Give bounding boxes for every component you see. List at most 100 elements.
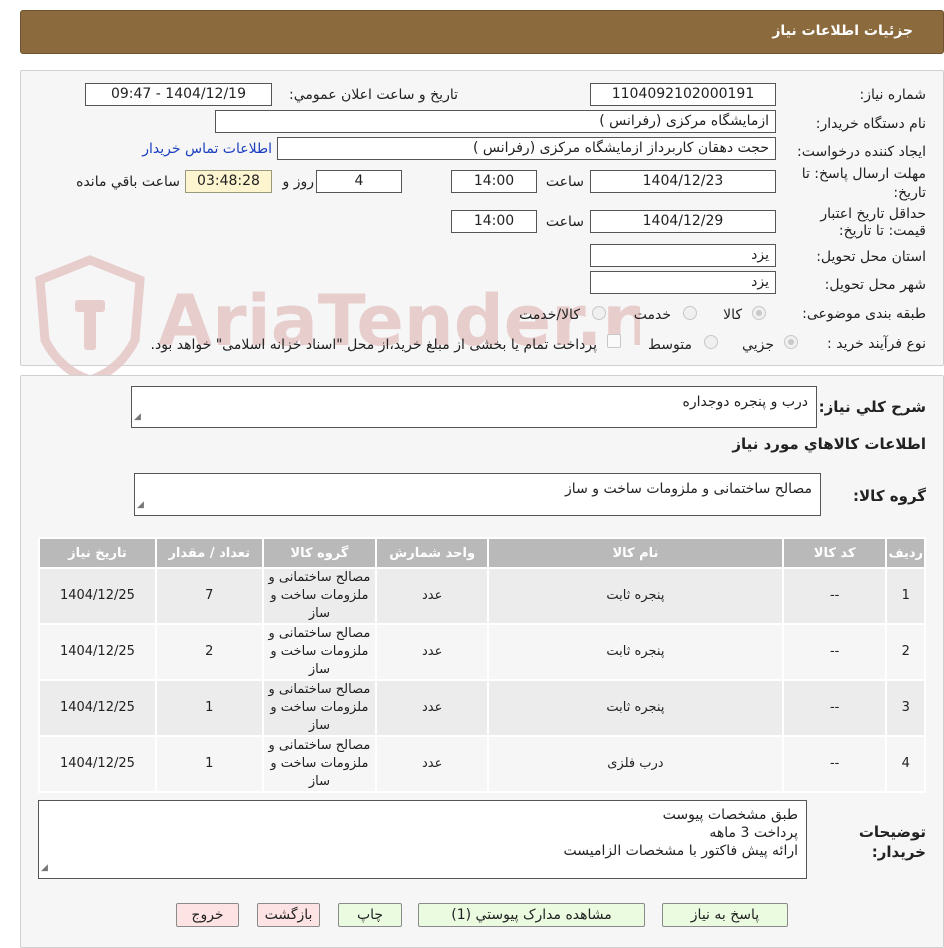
- view-attachments-button[interactable]: مشاهده مدارک پيوستي (1): [418, 903, 645, 927]
- city-label: شهر محل تحويل:: [824, 277, 926, 293]
- buyer-notes-line: طبق مشخصات پیوست: [662, 807, 798, 823]
- buyer-org-field: ازمایشگاه مرکزی (رفرانس ): [215, 110, 776, 133]
- print-button[interactable]: چاپ: [338, 903, 402, 927]
- col-header-index: رديف: [885, 537, 926, 569]
- buyer-notes-label-line1: توضيحات: [858, 823, 926, 841]
- cell-name: درب فلزی: [487, 735, 784, 793]
- need-number-label: شماره نیاز:: [859, 87, 927, 103]
- treasury-payment-note: پرداخت تمام یا بخشی از مبلغ خرید،از محل …: [150, 337, 597, 353]
- buyer-notes-label-line2: خريدار:: [871, 843, 926, 861]
- table-row: 3 -- پنجره ثابت عدد مصالح ساختمانی و ملز…: [38, 679, 926, 737]
- cell-date: 1404/12/25: [38, 679, 157, 737]
- resize-grip-icon[interactable]: ◢: [137, 496, 144, 514]
- goods-table: رديف کد کالا نام کالا واحد شمارش گروه کا…: [38, 537, 926, 793]
- cell-group: مصالح ساختمانی و ملزومات ساخت و ساز: [261, 567, 378, 625]
- table-header-row: رديف کد کالا نام کالا واحد شمارش گروه کا…: [38, 537, 926, 569]
- goods-group-text: مصالح ساختمانی و ملزومات ساخت و ساز: [565, 481, 812, 497]
- cell-group: مصالح ساختمانی و ملزومات ساخت و ساز: [261, 623, 378, 681]
- cell-group: مصالح ساختمانی و ملزومات ساخت و ساز: [261, 735, 378, 793]
- buyer-notes-label: توضيحات خريدار:: [859, 822, 926, 862]
- category-both-label: کالا/خدمت: [519, 307, 580, 323]
- resize-grip-icon[interactable]: ◢: [41, 859, 48, 877]
- col-header-name: نام کالا: [487, 537, 784, 569]
- cell-unit: عدد: [375, 735, 490, 793]
- cell-name: پنجره ثابت: [487, 679, 784, 737]
- cell-name: پنجره ثابت: [487, 567, 784, 625]
- process-medium-label: متوسط: [648, 337, 692, 353]
- buyer-notes-line: ارائه پیش فاکتور با مشخصات الزامیست: [563, 843, 798, 859]
- cell-index: 4: [885, 735, 926, 793]
- cell-code: --: [781, 679, 888, 737]
- goods-group-textarea[interactable]: مصالح ساختمانی و ملزومات ساخت و ساز ◢: [134, 473, 821, 516]
- back-button[interactable]: بازگشت: [257, 903, 320, 927]
- col-header-unit: واحد شمارش: [375, 537, 490, 569]
- category-service-label: خدمت: [633, 307, 671, 323]
- category-goods-label: کالا: [723, 307, 742, 323]
- process-minor-label: جزیي: [742, 337, 774, 353]
- cell-date: 1404/12/25: [38, 623, 157, 681]
- province-field: یزد: [590, 244, 776, 267]
- need-number-field: 1104092102000191: [590, 83, 776, 106]
- cell-code: --: [781, 567, 888, 625]
- price-validity-label: حداقل تاريخ اعتبار قيمت: تا تاريخ:: [820, 206, 926, 239]
- cell-unit: عدد: [375, 567, 490, 625]
- cell-qty: 1: [154, 735, 264, 793]
- goods-section-title: اطلاعات کالاهاي مورد نياز: [732, 435, 926, 453]
- cell-index: 1: [885, 567, 926, 625]
- cell-date: 1404/12/25: [38, 735, 157, 793]
- announce-label: تاریخ و ساعت اعلان عمومي:: [289, 87, 458, 103]
- col-header-date: تاريخ نياز: [38, 537, 157, 569]
- exit-button[interactable]: خروج: [176, 903, 239, 927]
- days-label: روز و: [282, 174, 315, 190]
- validity-date-field: 1404/12/29: [590, 210, 776, 233]
- requester-field: حجت دهقان کاربرداز ازمایشگاه مرکزی (رفرا…: [277, 137, 776, 160]
- process-minor-radio[interactable]: [784, 335, 798, 349]
- cell-index: 2: [885, 623, 926, 681]
- treasury-payment-checkbox[interactable]: [607, 334, 621, 348]
- remaining-time-label: ساعت باقي مانده: [76, 174, 180, 190]
- col-header-group: گروه کالا: [261, 537, 378, 569]
- cell-code: --: [781, 735, 888, 793]
- cell-name: پنجره ثابت: [487, 623, 784, 681]
- table-row: 4 -- درب فلزی عدد مصالح ساختمانی و ملزوم…: [38, 735, 926, 793]
- remaining-time-field: 03:48:28: [185, 170, 272, 193]
- validity-time-label: ساعت: [545, 214, 584, 230]
- process-medium-radio[interactable]: [704, 335, 718, 349]
- resize-grip-icon[interactable]: ◢: [134, 408, 141, 426]
- reply-date-field: 1404/12/23: [590, 170, 776, 193]
- cell-group: مصالح ساختمانی و ملزومات ساخت و ساز: [261, 679, 378, 737]
- cell-code: --: [781, 623, 888, 681]
- cell-qty: 2: [154, 623, 264, 681]
- buyer-notes-line: پرداخت 3 ماهه: [709, 825, 798, 841]
- title-bar: جزئیات اطلاعات نیاز: [20, 10, 944, 54]
- summary-textarea[interactable]: درب و پنجره دوجداره ◢: [131, 386, 817, 428]
- category-label: طبقه بندی موضوعی:: [802, 306, 926, 322]
- reply-deadline-label: مهلت ارسال پاسخ: تا تاریخ:: [801, 166, 926, 201]
- goods-group-label: گروه کالا:: [853, 487, 926, 505]
- requester-label: ايجاد کننده درخواست:: [797, 144, 926, 160]
- buyer-notes-textarea[interactable]: طبق مشخصات پیوست پرداخت 3 ماهه ارائه پیش…: [38, 800, 807, 879]
- cell-qty: 7: [154, 567, 264, 625]
- category-both-radio[interactable]: [592, 306, 606, 320]
- summary-text: درب و پنجره دوجداره: [682, 394, 809, 410]
- window-title: جزئیات اطلاعات نیاز: [772, 23, 913, 39]
- validity-time-field: 14:00: [451, 210, 537, 233]
- cell-qty: 1: [154, 679, 264, 737]
- cell-index: 3: [885, 679, 926, 737]
- process-label: نوع فرآيند خريد :: [827, 336, 926, 352]
- table-row: 2 -- پنجره ثابت عدد مصالح ساختمانی و ملز…: [38, 623, 926, 681]
- announce-field: 1404/12/19 - 09:47: [85, 83, 272, 106]
- buyer-org-label: نام دستگاه خريدار:: [815, 116, 926, 132]
- province-label: استان محل تحويل:: [816, 249, 926, 265]
- reply-button[interactable]: پاسخ به نياز: [662, 903, 788, 927]
- category-service-radio[interactable]: [683, 306, 697, 320]
- category-goods-radio[interactable]: [752, 306, 766, 320]
- table-row: 1 -- پنجره ثابت عدد مصالح ساختمانی و ملز…: [38, 567, 926, 625]
- cell-date: 1404/12/25: [38, 567, 157, 625]
- cell-unit: عدد: [375, 679, 490, 737]
- city-field: یزد: [590, 271, 776, 294]
- remaining-days-field: 4: [316, 170, 402, 193]
- buyer-contact-link[interactable]: اطلاعات تماس خريدار: [142, 141, 272, 157]
- reply-time-field: 14:00: [451, 170, 537, 193]
- reply-time-label: ساعت: [545, 174, 584, 190]
